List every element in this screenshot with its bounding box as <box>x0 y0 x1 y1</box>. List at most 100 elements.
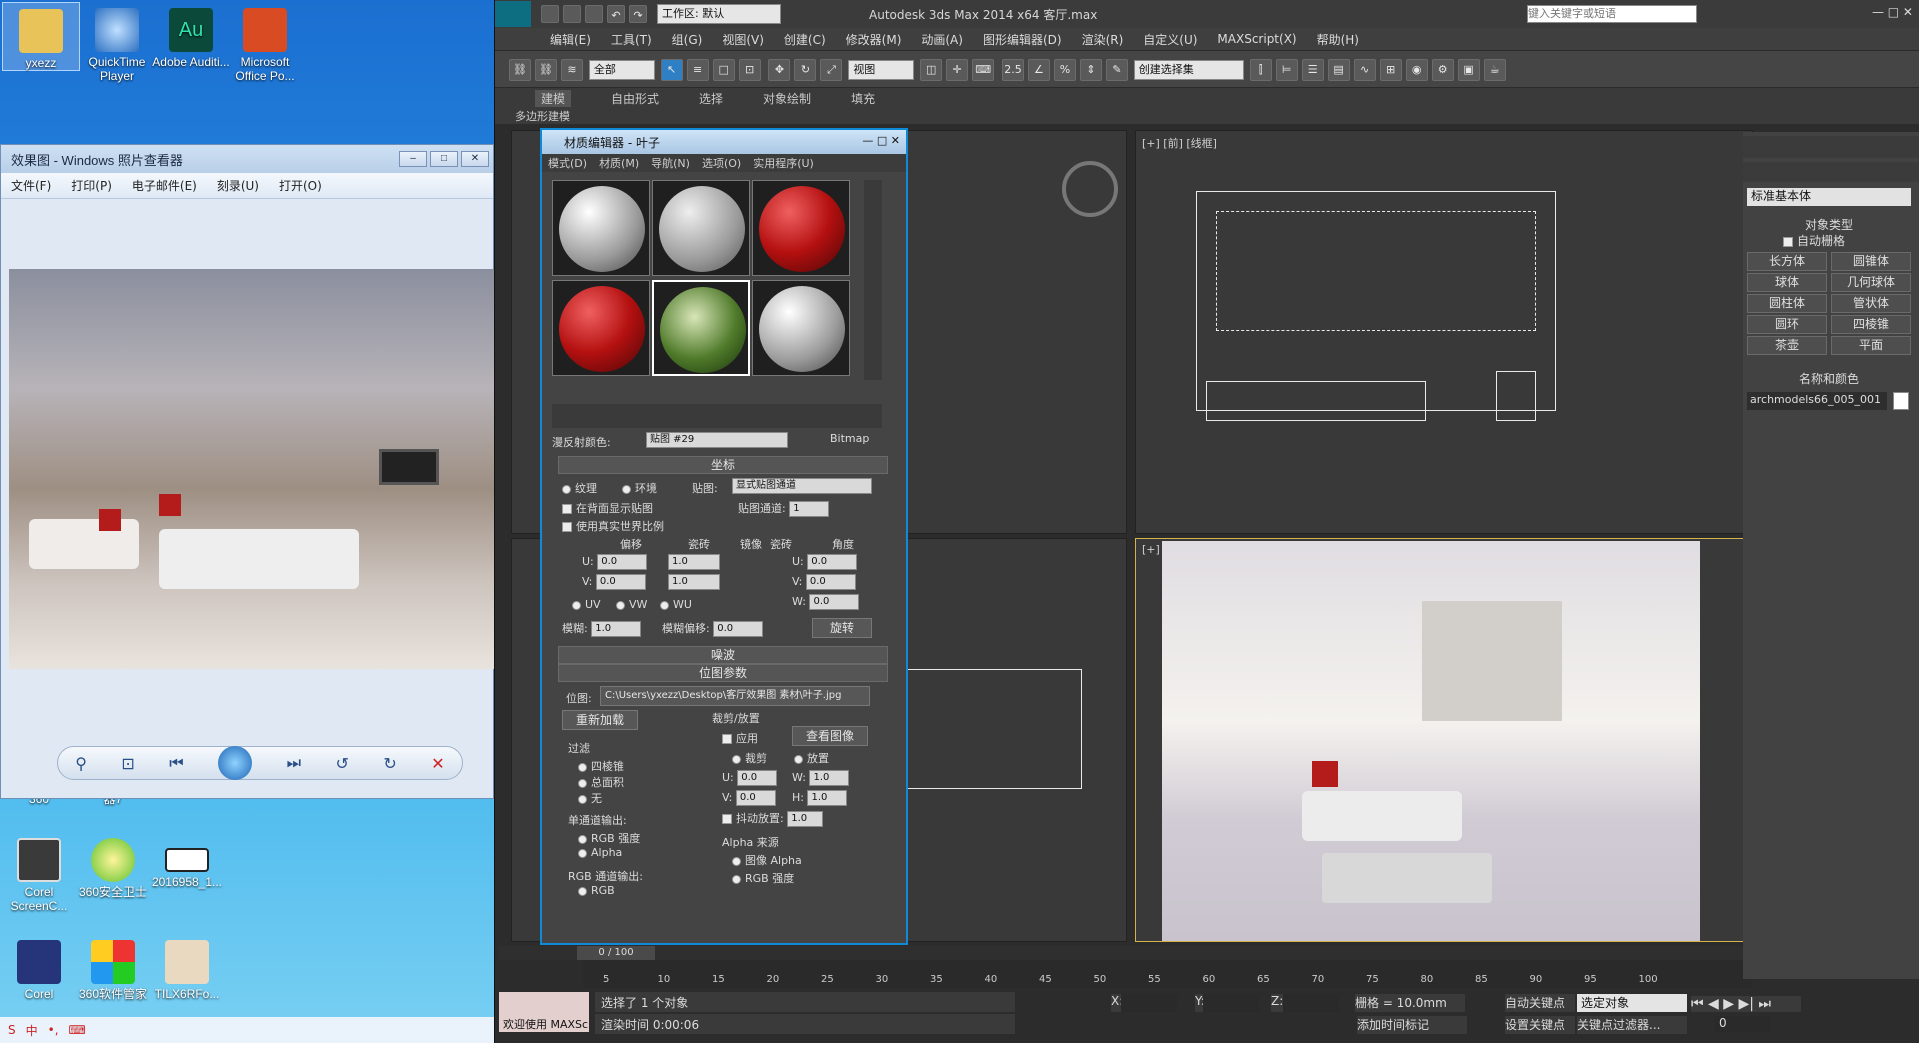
percent-snap-icon[interactable]: % <box>1053 59 1076 81</box>
manipulate-icon[interactable]: ✛ <box>946 59 969 81</box>
desktop-icon-user[interactable]: yxezz <box>2 2 80 71</box>
real-world-scale[interactable]: 使用真实世界比例 <box>576 520 664 533</box>
rotate-button[interactable]: 旋转 <box>812 618 872 638</box>
slideshow-icon[interactable] <box>218 746 253 780</box>
sphere-button[interactable]: 球体 <box>1747 273 1827 292</box>
menu-graph-editors[interactable]: 图形编辑器(D) <box>983 31 1062 48</box>
menu-view[interactable]: 视图(V) <box>722 31 764 48</box>
desktop-icon-360-security[interactable]: 360安全卫士 <box>74 832 152 899</box>
tube-button[interactable]: 管状体 <box>1831 294 1911 313</box>
geosphere-button[interactable]: 几何球体 <box>1831 273 1911 292</box>
snap-icon[interactable]: 2.5 <box>1001 59 1024 81</box>
material-slot-6[interactable] <box>752 280 850 376</box>
render-setup-icon[interactable]: ⚙ <box>1431 59 1454 81</box>
mat-bottom-toolbar[interactable] <box>552 404 882 428</box>
current-frame-input[interactable]: 0 <box>1715 1016 1771 1032</box>
menu-open[interactable]: 打开(O) <box>279 177 322 194</box>
crop-radio[interactable]: 裁剪 <box>745 752 767 765</box>
u-tiling-input[interactable]: 1.0 <box>668 554 720 570</box>
z-coord-input[interactable] <box>1283 994 1339 1012</box>
blur-offset-input[interactable]: 0.0 <box>713 621 764 637</box>
filter-none[interactable]: 无 <box>591 792 602 805</box>
map-type-button[interactable]: Bitmap <box>830 432 869 445</box>
environ-radio[interactable]: 环境 <box>635 482 657 495</box>
name-color-rollout[interactable]: 名称和颜色 <box>1747 370 1911 386</box>
mono-alpha[interactable]: Alpha <box>591 846 622 859</box>
align-icon[interactable]: ⊨ <box>1275 59 1298 81</box>
menu-print[interactable]: 打印(P) <box>71 177 112 194</box>
mat-menu-material[interactable]: 材质(M) <box>599 155 639 171</box>
menu-email[interactable]: 电子邮件(E) <box>132 177 197 194</box>
minimize-button[interactable]: – <box>399 151 427 167</box>
open-icon[interactable] <box>563 5 581 23</box>
menu-group[interactable]: 组(G) <box>672 31 703 48</box>
menu-modifiers[interactable]: 修改器(M) <box>846 31 902 48</box>
crop-v-input[interactable]: 0.0 <box>735 790 776 806</box>
wu-radio[interactable]: WU <box>673 598 692 611</box>
menu-edit[interactable]: 编辑(E) <box>550 31 591 48</box>
object-name-input[interactable]: archmodels66_005_001 <box>1747 392 1887 410</box>
pivot-icon[interactable]: ◫ <box>920 59 943 81</box>
filter-summed-area[interactable]: 总面积 <box>591 776 624 789</box>
search-input[interactable] <box>1527 5 1697 23</box>
layer-icon[interactable]: ☰ <box>1301 59 1324 81</box>
edit-named-sel-icon[interactable]: ✎ <box>1105 59 1128 81</box>
desktop-icon-corel-screencap[interactable]: Corel ScreenC... <box>0 832 78 913</box>
blur-input[interactable]: 1.0 <box>591 621 642 637</box>
window-crossing-icon[interactable]: ⊡ <box>738 59 761 81</box>
bind-icon[interactable]: ≋ <box>561 59 583 81</box>
autogrid-checkbox[interactable]: 自动栅格 <box>1797 234 1845 248</box>
view-image-button[interactable]: 查看图像 <box>792 726 868 746</box>
time-slider[interactable]: 0 / 100 <box>499 946 1755 960</box>
save-icon[interactable] <box>585 5 603 23</box>
object-color-swatch[interactable] <box>1893 392 1909 410</box>
object-type-rollout[interactable]: 对象类型 <box>1747 216 1911 232</box>
tab-populate[interactable]: 填充 <box>851 90 875 107</box>
desktop-icon-file[interactable]: 2016958_1... <box>148 832 226 889</box>
actual-size-icon[interactable]: ⊡ <box>121 754 134 773</box>
close-button[interactable]: ✕ <box>461 151 489 167</box>
menu-create[interactable]: 创建(C) <box>784 31 826 48</box>
schematic-icon[interactable]: ⊞ <box>1379 59 1402 81</box>
mat-side-toolbar[interactable] <box>864 180 882 380</box>
cylinder-button[interactable]: 圆柱体 <box>1747 294 1827 313</box>
teapot-button[interactable]: 茶壶 <box>1747 336 1827 355</box>
keyboard-shortcut-icon[interactable]: ⌨ <box>972 59 995 81</box>
bitmap-params-rollout[interactable]: 位图参数 <box>558 664 888 682</box>
mono-rgb-intensity[interactable]: RGB 强度 <box>591 832 640 845</box>
material-slot-4[interactable] <box>552 280 650 376</box>
key-filters-button[interactable]: 关键点过滤器... <box>1577 1016 1687 1034</box>
named-selection-dropdown[interactable]: 创建选择集 <box>1133 60 1244 80</box>
setkey-button[interactable]: 设置关键点 <box>1505 1016 1575 1034</box>
menu-burn[interactable]: 刻录(U) <box>217 177 259 194</box>
viewport-front[interactable]: [+] [前] [线框] <box>1135 130 1753 534</box>
jitter-input[interactable]: 1.0 <box>787 811 824 827</box>
rgb-intensity-alpha-radio[interactable]: RGB 强度 <box>745 872 794 885</box>
tab-selection[interactable]: 选择 <box>699 90 723 107</box>
delete-icon[interactable]: ✕ <box>431 754 444 773</box>
mat-window-controls[interactable]: — □ ✕ <box>862 134 900 147</box>
tab-freeform[interactable]: 自由形式 <box>611 90 659 107</box>
menu-tools[interactable]: 工具(T) <box>611 31 652 48</box>
viewcube-icon[interactable] <box>1062 161 1118 217</box>
reload-button[interactable]: 重新加载 <box>562 710 638 730</box>
key-mode-dropdown[interactable]: 选定对象 <box>1577 994 1687 1012</box>
curve-editor-icon[interactable]: ∿ <box>1353 59 1376 81</box>
x-coord-input[interactable] <box>1121 994 1177 1012</box>
desktop-icon-software-manager[interactable]: 360软件管家 <box>74 934 152 1001</box>
time-slider-thumb[interactable]: 0 / 100 <box>577 946 655 960</box>
maximize-button[interactable]: □ <box>430 151 458 167</box>
viewport-front-label[interactable]: [+] [前] [线框] <box>1142 135 1217 151</box>
menu-rendering[interactable]: 渲染(R) <box>1082 31 1124 48</box>
rotate-right-icon[interactable]: ↻ <box>383 754 396 773</box>
link-icon[interactable]: ⛓ <box>509 59 531 81</box>
undo-icon[interactable]: ↶ <box>607 5 625 23</box>
workspace-dropdown[interactable]: 工作区: 默认 <box>657 4 781 24</box>
filter-pyramidal[interactable]: 四棱锥 <box>591 760 624 773</box>
new-icon[interactable] <box>541 5 559 23</box>
unlink-icon[interactable]: ⛓ <box>535 59 557 81</box>
menu-customize[interactable]: 自定义(U) <box>1143 31 1197 48</box>
w-angle-input[interactable]: 0.0 <box>809 594 860 610</box>
mat-menu-navigation[interactable]: 导航(N) <box>651 155 690 171</box>
move-icon[interactable]: ✥ <box>768 59 791 81</box>
